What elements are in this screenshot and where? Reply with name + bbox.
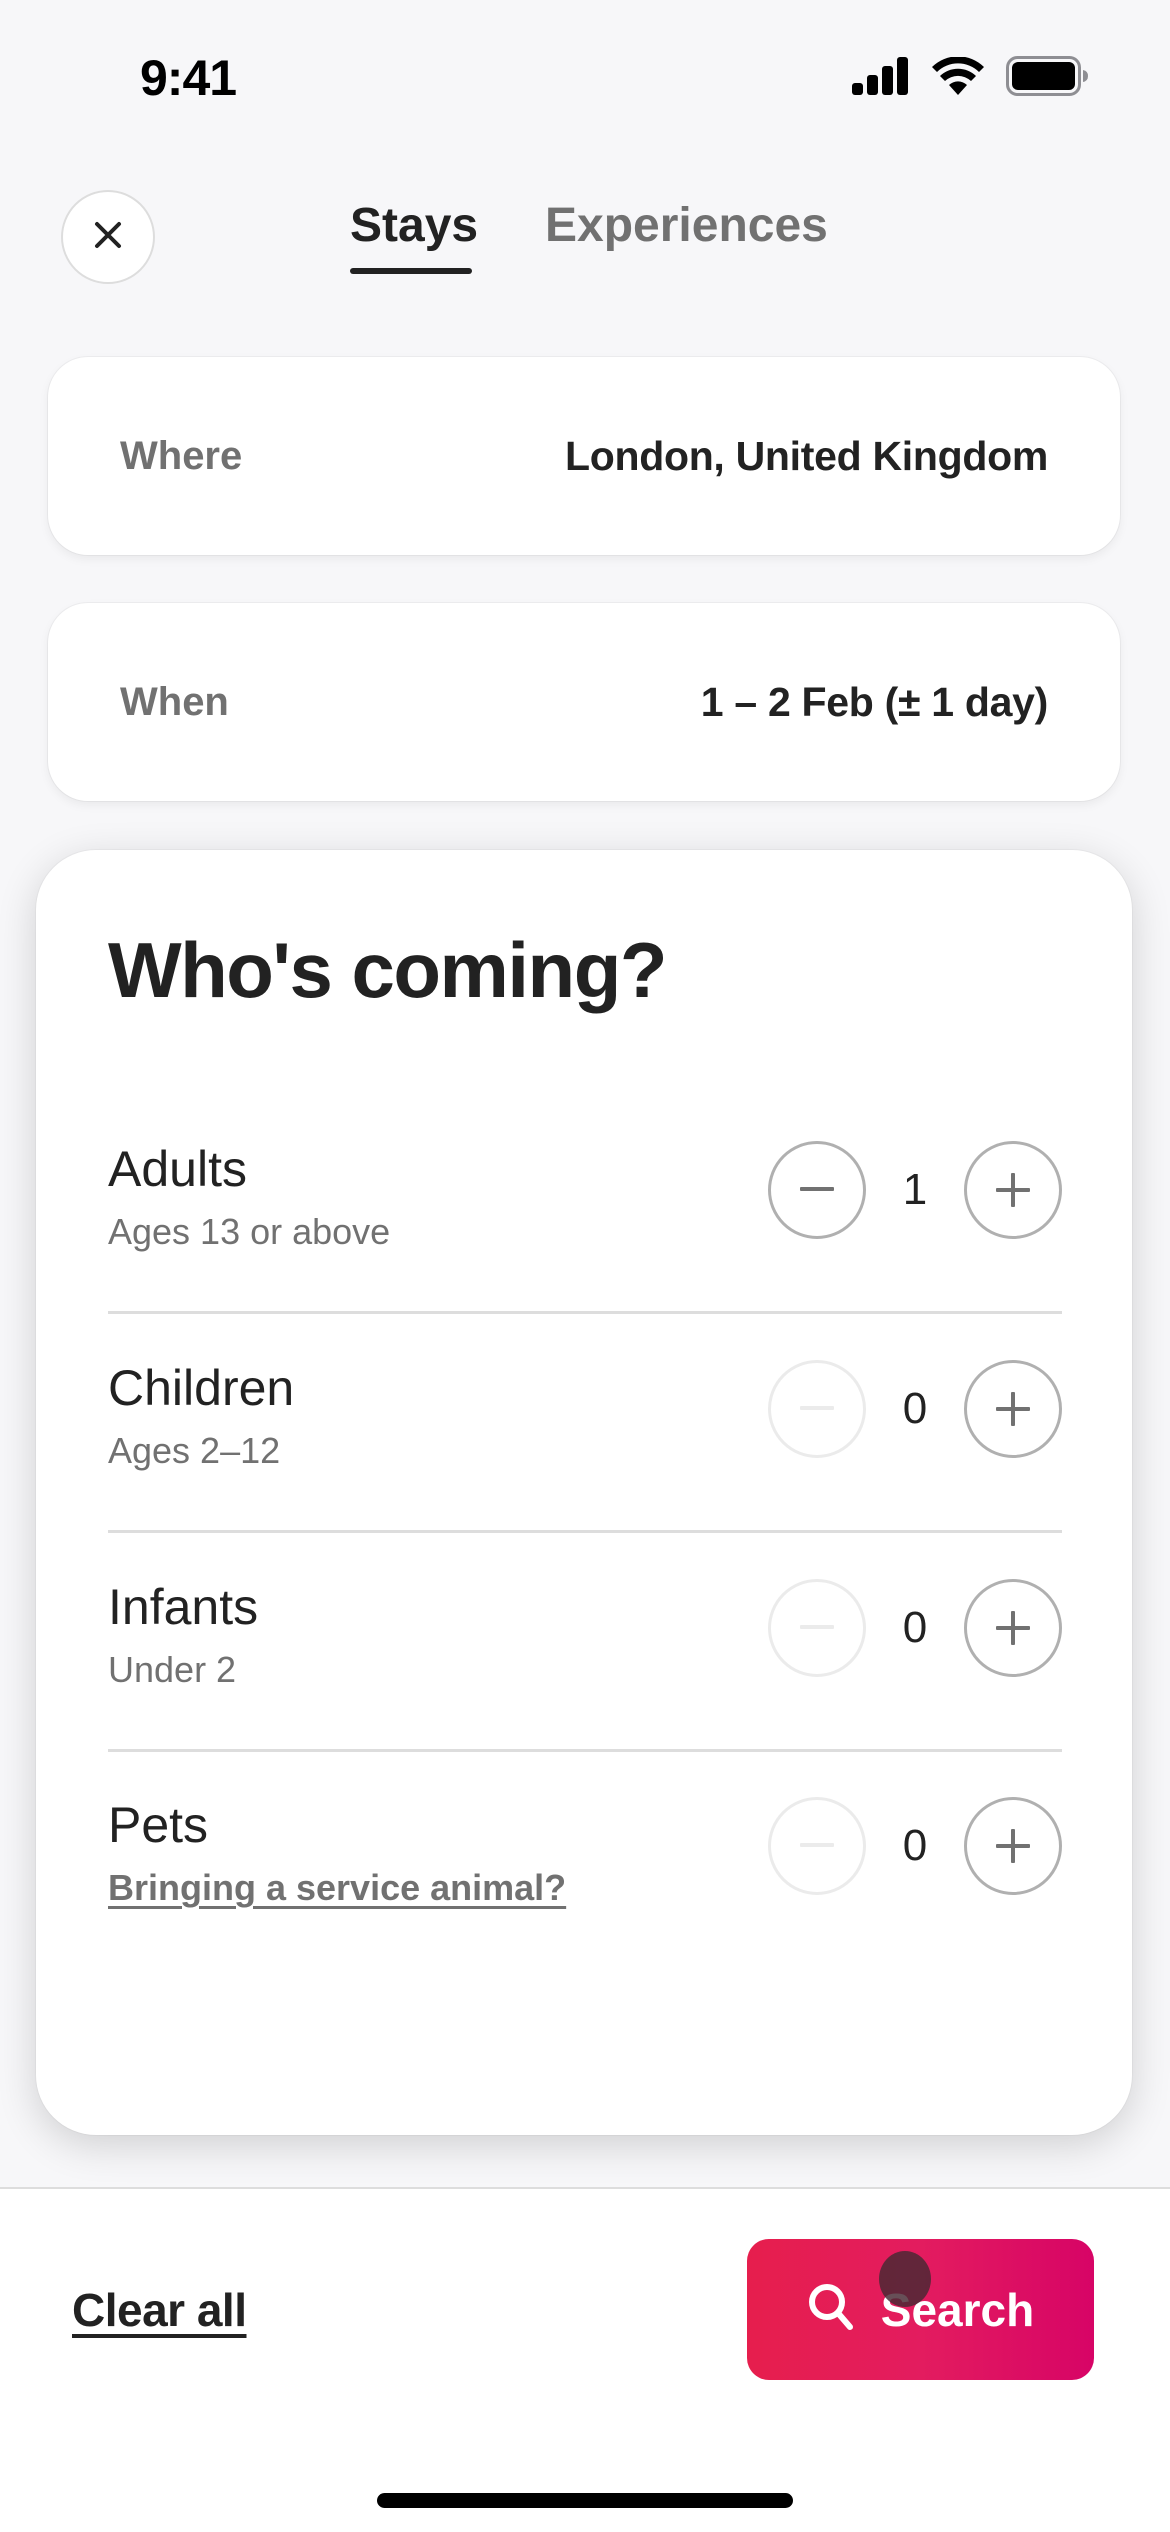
adults-decrement-button[interactable] (768, 1141, 866, 1239)
close-icon (93, 220, 123, 255)
where-value: London, United Kingdom (564, 432, 1048, 479)
plus-icon (996, 1829, 1030, 1863)
guest-type-description: Ages 2–12 (108, 1430, 281, 1471)
guest-type-label: Children (108, 1360, 295, 1416)
infants-count: 0 (902, 1603, 928, 1652)
guest-type-label: Pets (108, 1797, 209, 1853)
guest-row-infants: Infants Under 2 0 (108, 1579, 1062, 1798)
pets-count: 0 (902, 1821, 928, 1870)
guest-type-description: Ages 13 or above (108, 1211, 391, 1252)
minus-icon (800, 1843, 834, 1849)
guest-row-adults: Adults Ages 13 or above 1 (108, 1141, 1062, 1360)
children-increment-button[interactable] (964, 1360, 1062, 1458)
pets-increment-button[interactable] (964, 1797, 1062, 1895)
plus-icon (996, 1611, 1030, 1645)
plus-icon (996, 1392, 1030, 1426)
when-card[interactable]: When 1 – 2 Feb (± 1 day) (48, 603, 1120, 801)
guest-row-pets: Pets Bringing a service animal? 0 (108, 1797, 1062, 2016)
guest-row-children: Children Ages 2–12 0 (108, 1360, 1062, 1579)
children-count: 0 (902, 1384, 928, 1433)
infants-increment-button[interactable] (964, 1579, 1062, 1677)
where-label: Where (120, 433, 243, 478)
service-animal-link[interactable]: Bringing a service animal? (108, 1866, 566, 1910)
plus-icon (996, 1173, 1030, 1207)
search-label: Search (880, 2283, 1035, 2336)
guest-type-label: Adults (108, 1141, 247, 1197)
clear-all-button[interactable]: Clear all (72, 2282, 247, 2338)
status-icons (852, 55, 1088, 101)
adults-count: 1 (902, 1165, 928, 1214)
search-icon (807, 2282, 855, 2337)
panel-title: Who's coming? (108, 926, 668, 1014)
when-value: 1 – 2 Feb (± 1 day) (700, 678, 1049, 725)
adults-increment-button[interactable] (964, 1141, 1062, 1239)
row-divider (108, 1311, 1062, 1314)
minus-icon (800, 1187, 834, 1193)
tab-experiences[interactable]: Experiences (545, 196, 828, 256)
children-decrement-button[interactable] (768, 1360, 866, 1458)
close-button[interactable] (61, 190, 155, 284)
pets-decrement-button[interactable] (768, 1797, 866, 1895)
wifi-icon (932, 55, 984, 100)
status-time: 9:41 (140, 50, 237, 106)
infants-decrement-button[interactable] (768, 1579, 866, 1677)
row-divider (108, 1749, 1062, 1752)
active-tab-indicator (350, 268, 472, 274)
battery-icon (1006, 55, 1088, 101)
guest-type-description: Under 2 (108, 1649, 237, 1690)
row-divider (108, 1530, 1062, 1533)
cellular-signal-icon (852, 56, 910, 100)
guest-type-label: Infants (108, 1579, 259, 1635)
search-button[interactable]: Search (747, 2239, 1094, 2380)
when-label: When (120, 679, 229, 724)
home-indicator[interactable] (377, 2493, 793, 2508)
tab-stays[interactable]: Stays (350, 196, 478, 256)
minus-icon (800, 1406, 834, 1412)
minus-icon (800, 1625, 834, 1631)
where-card[interactable]: Where London, United Kingdom (48, 357, 1120, 555)
